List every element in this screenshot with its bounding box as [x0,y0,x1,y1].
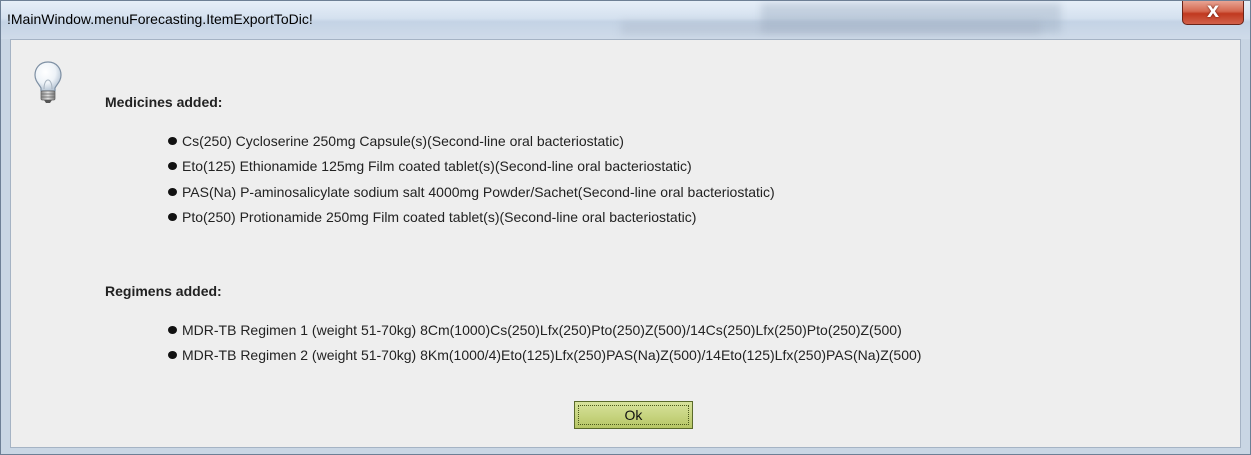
regimens-heading: Regimens added: [105,283,222,299]
bullet-dot [168,162,177,170]
bullet-dot [168,326,177,334]
bullet-dot [168,137,177,145]
dialog-content: Medicines added: Cs(250) Cycloserine 250… [10,39,1241,448]
bullet-dot [168,188,177,196]
medicine-label: PAS(Na) P-aminosalicylate sodium salt 40… [182,184,775,200]
medicine-list-item: PAS(Na) P-aminosalicylate sodium salt 40… [168,184,775,200]
close-icon: X [1206,2,1220,21]
medicine-label: Eto(125) Ethionamide 125mg Film coated t… [182,158,692,174]
dialog-window: !MainWindow.menuForecasting.ItemExportTo… [0,0,1251,455]
regimen-list-item: MDR-TB Regimen 2 (weight 51-70kg) 8Km(10… [168,347,921,363]
bullet-dot [168,213,177,221]
medicine-list-item: Eto(125) Ethionamide 125mg Film coated t… [168,158,692,174]
regimen-label: MDR-TB Regimen 2 (weight 51-70kg) 8Km(10… [182,347,922,363]
medicine-list-item: Cs(250) Cycloserine 250mg Capsule(s)(Sec… [168,133,624,149]
lightbulb-icon [34,61,62,103]
ok-button[interactable]: Ok [574,401,693,429]
ok-button-label: Ok [624,407,643,423]
medicine-list-item: Pto(250) Protionamide 250mg Film coated … [168,209,696,225]
regimen-label: MDR-TB Regimen 1 (weight 51-70kg) 8Cm(10… [182,322,902,338]
window-title: !MainWindow.menuForecasting.ItemExportTo… [7,11,313,27]
medicines-heading: Medicines added: [105,94,223,110]
background-window-ghost [621,21,1041,35]
regimen-list-item: MDR-TB Regimen 1 (weight 51-70kg) 8Cm(10… [168,322,902,338]
close-button[interactable]: X [1182,1,1244,25]
medicine-label: Cs(250) Cycloserine 250mg Capsule(s)(Sec… [182,133,624,149]
medicine-label: Pto(250) Protionamide 250mg Film coated … [182,209,697,225]
title-bar[interactable]: !MainWindow.menuForecasting.ItemExportTo… [1,1,1250,39]
bullet-dot [168,351,177,359]
